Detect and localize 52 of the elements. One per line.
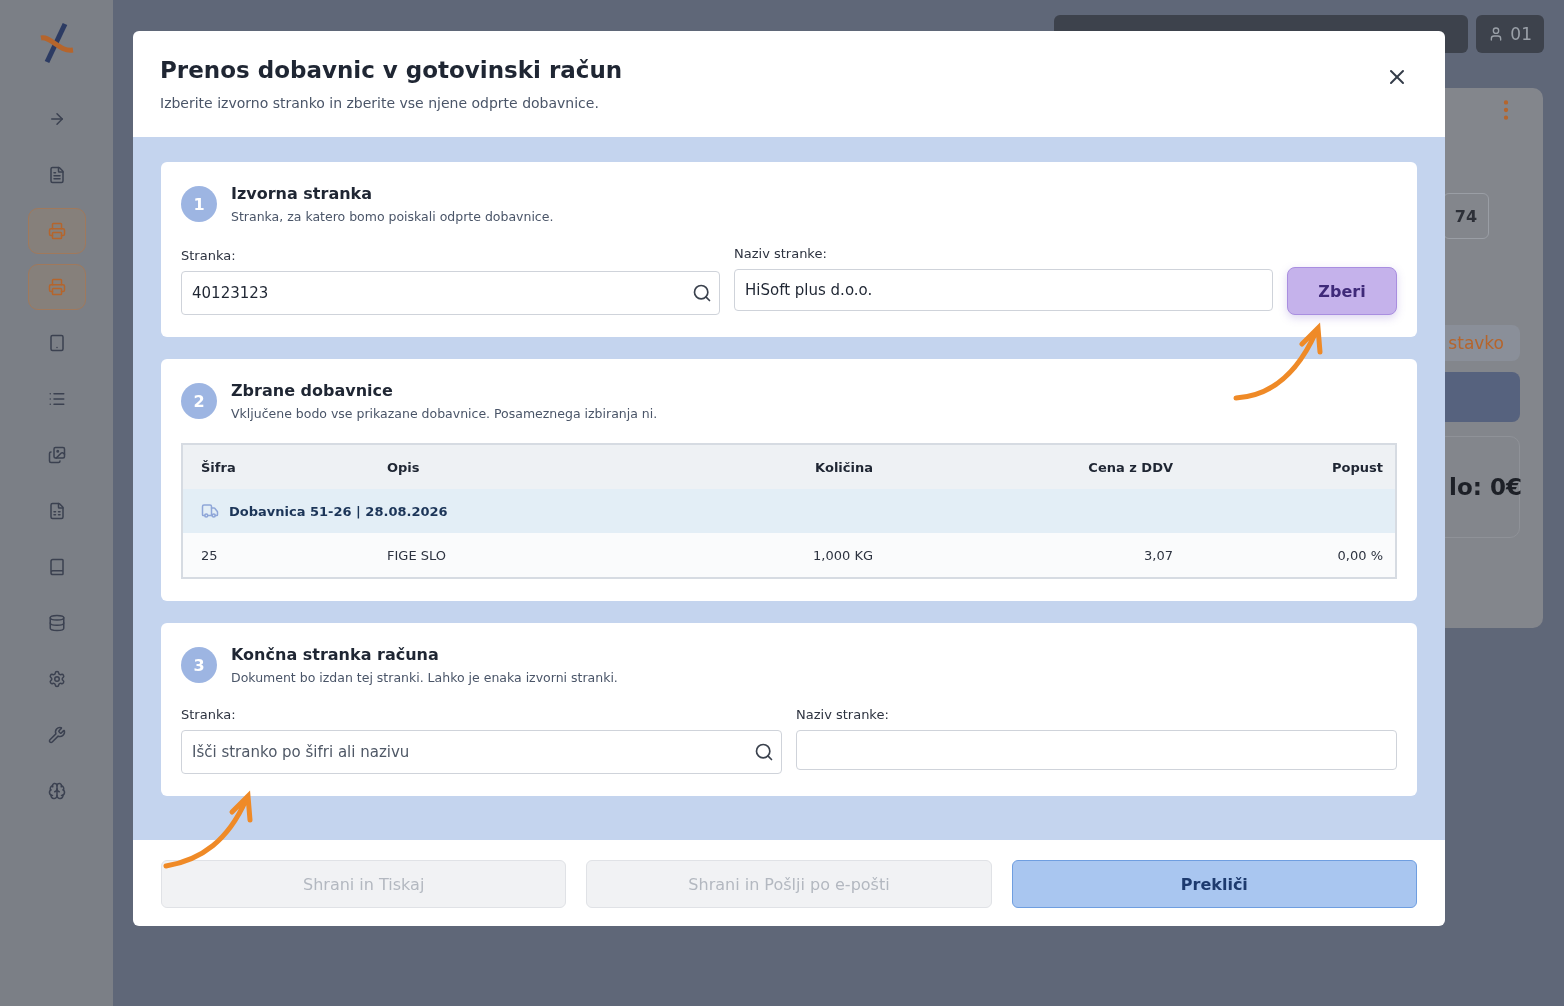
dialog-title: Prenos dobavnic v gotovinski račun [160,57,623,83]
step-number: 3 [181,647,217,683]
collect-button[interactable]: Zberi [1287,267,1397,315]
brain-icon [47,782,66,800]
field-label: Naziv stranke: [796,707,890,722]
table-cell-text: 25 [201,547,219,563]
customer-name-field[interactable]: HiSoft plus d.o.o. [734,269,1273,311]
dialog-subtitle: Izberite izvorno stranko in zberite vse njene odprte dobavnice. [160,95,600,111]
customer-search-field[interactable]: Išči stranko po šifri ali nazivu [181,730,782,774]
settings-icon [47,670,66,688]
step-number: 1 [181,186,217,222]
sidebar-nav-button[interactable] [27,264,86,310]
document-icon [47,166,66,184]
search-icon[interactable] [692,283,712,303]
step-title: Zbrane dobavnice [231,381,394,400]
column-header: Opis [387,459,421,475]
column-header: Šifra [201,459,237,475]
search-icon[interactable] [754,742,774,762]
column-header: Popust [1331,459,1383,475]
dialog-button[interactable]: Prekliči [1011,860,1417,908]
logo-icon [38,22,75,66]
images-icon [47,446,66,464]
field-label: Naziv stranke: [734,246,828,261]
column-header: Cena z DDV [1087,459,1173,475]
field-label: Stranka: [181,707,237,722]
user-badge[interactable]: 01 [1476,15,1544,53]
tablet-icon [47,334,66,352]
database-icon [47,614,66,632]
register-icon [47,222,66,240]
step-description: Dokument bo izdan tej stranki. Lahko je enaka izvorni stranki. [231,670,618,685]
step-description: Stranka, za katero bomo poiskali odprte dobavnice. [231,209,554,224]
document-icon [47,502,66,520]
register-icon [47,278,66,296]
sidebar-nav-button[interactable] [27,208,86,254]
step-description: Vključene bodo vse prikazane dobavnice. Posameznega izbiranja ni. [231,406,658,421]
column-header: Količina [814,459,873,475]
table-cell-text: 3,07 [1143,547,1173,563]
field-label: Stranka: [181,248,237,263]
wrench-icon [47,726,66,744]
table-cell-text: 1,000 KG [812,547,873,563]
table-cell-text: 0,00 % [1336,547,1383,563]
step-title: Izvorna stranka [231,184,374,203]
group-label: Dobavnica 51-26 | 28.08.2026 [229,503,448,519]
total-amount: lo: 0€ [1449,474,1522,500]
step-title: Končna stranka računa [231,645,440,664]
book-icon [47,558,66,576]
table-cell-text: FIGE SLO [387,547,447,563]
list-icon [47,390,66,408]
truck-icon [201,502,219,520]
customer-name-field[interactable] [796,730,1397,770]
step-number: 2 [181,383,217,419]
customer-field[interactable]: 40123123 [181,271,720,315]
